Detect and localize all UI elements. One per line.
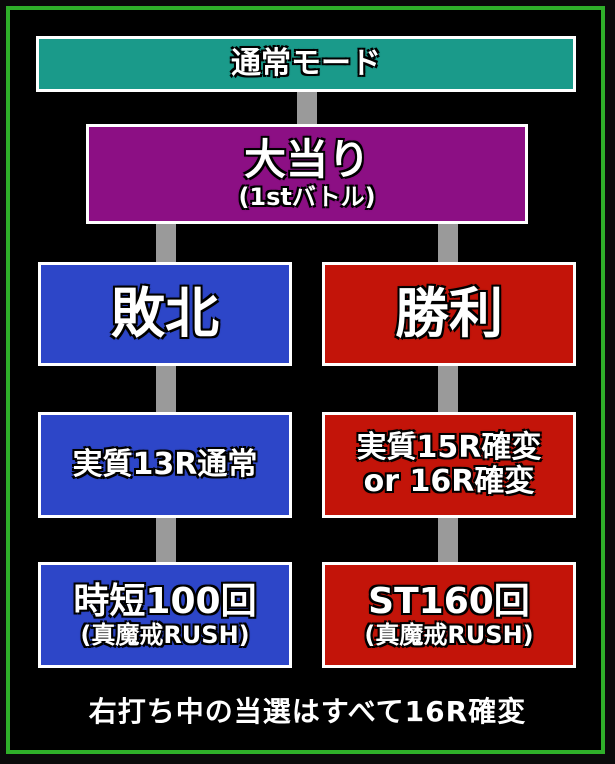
connector-win-type-to-mode bbox=[438, 516, 458, 564]
connector-lose-to-type bbox=[156, 364, 176, 414]
win-jackpot-type-line-1: 実質15R確変 bbox=[356, 429, 542, 465]
lose-jackpot-type-box: 実質13R通常 bbox=[38, 412, 292, 518]
lose-next-mode-sub: (真魔戒RUSH) bbox=[80, 620, 250, 649]
connector-lose-type-to-mode bbox=[156, 516, 176, 564]
lose-jackpot-type-label: 実質13R通常 bbox=[72, 446, 258, 482]
lose-next-mode-label: 時短100回 bbox=[73, 580, 257, 622]
win-jackpot-type-box: 実質15R確変 or 16R確変 bbox=[322, 412, 576, 518]
normal-mode-label: 通常モード bbox=[231, 45, 381, 81]
win-jackpot-type-line-2: or 16R確変 bbox=[363, 464, 535, 499]
lose-result-box: 敗北 bbox=[38, 262, 292, 366]
normal-mode-box: 通常モード bbox=[36, 36, 576, 92]
lose-result-label: 敗北 bbox=[111, 281, 219, 345]
connector-jackpot-to-lose bbox=[156, 222, 176, 264]
lose-next-mode-box: 時短100回 (真魔戒RUSH) bbox=[38, 562, 292, 668]
win-result-label: 勝利 bbox=[395, 281, 503, 345]
win-next-mode-box: ST160回 (真魔戒RUSH) bbox=[322, 562, 576, 668]
win-next-mode-sub: (真魔戒RUSH) bbox=[364, 620, 534, 649]
footer-note: 右打ち中の当選はすべて16R確変 bbox=[88, 695, 527, 728]
connector-jackpot-to-win bbox=[438, 222, 458, 264]
win-result-box: 勝利 bbox=[322, 262, 576, 366]
connector-mode-to-jackpot bbox=[297, 90, 317, 126]
jackpot-title: 大当り bbox=[243, 135, 370, 185]
jackpot-subtitle: (1stバトル) bbox=[238, 183, 376, 212]
connector-win-to-type bbox=[438, 364, 458, 414]
win-next-mode-label: ST160回 bbox=[368, 580, 530, 622]
jackpot-box: 大当り (1stバトル) bbox=[86, 124, 528, 224]
